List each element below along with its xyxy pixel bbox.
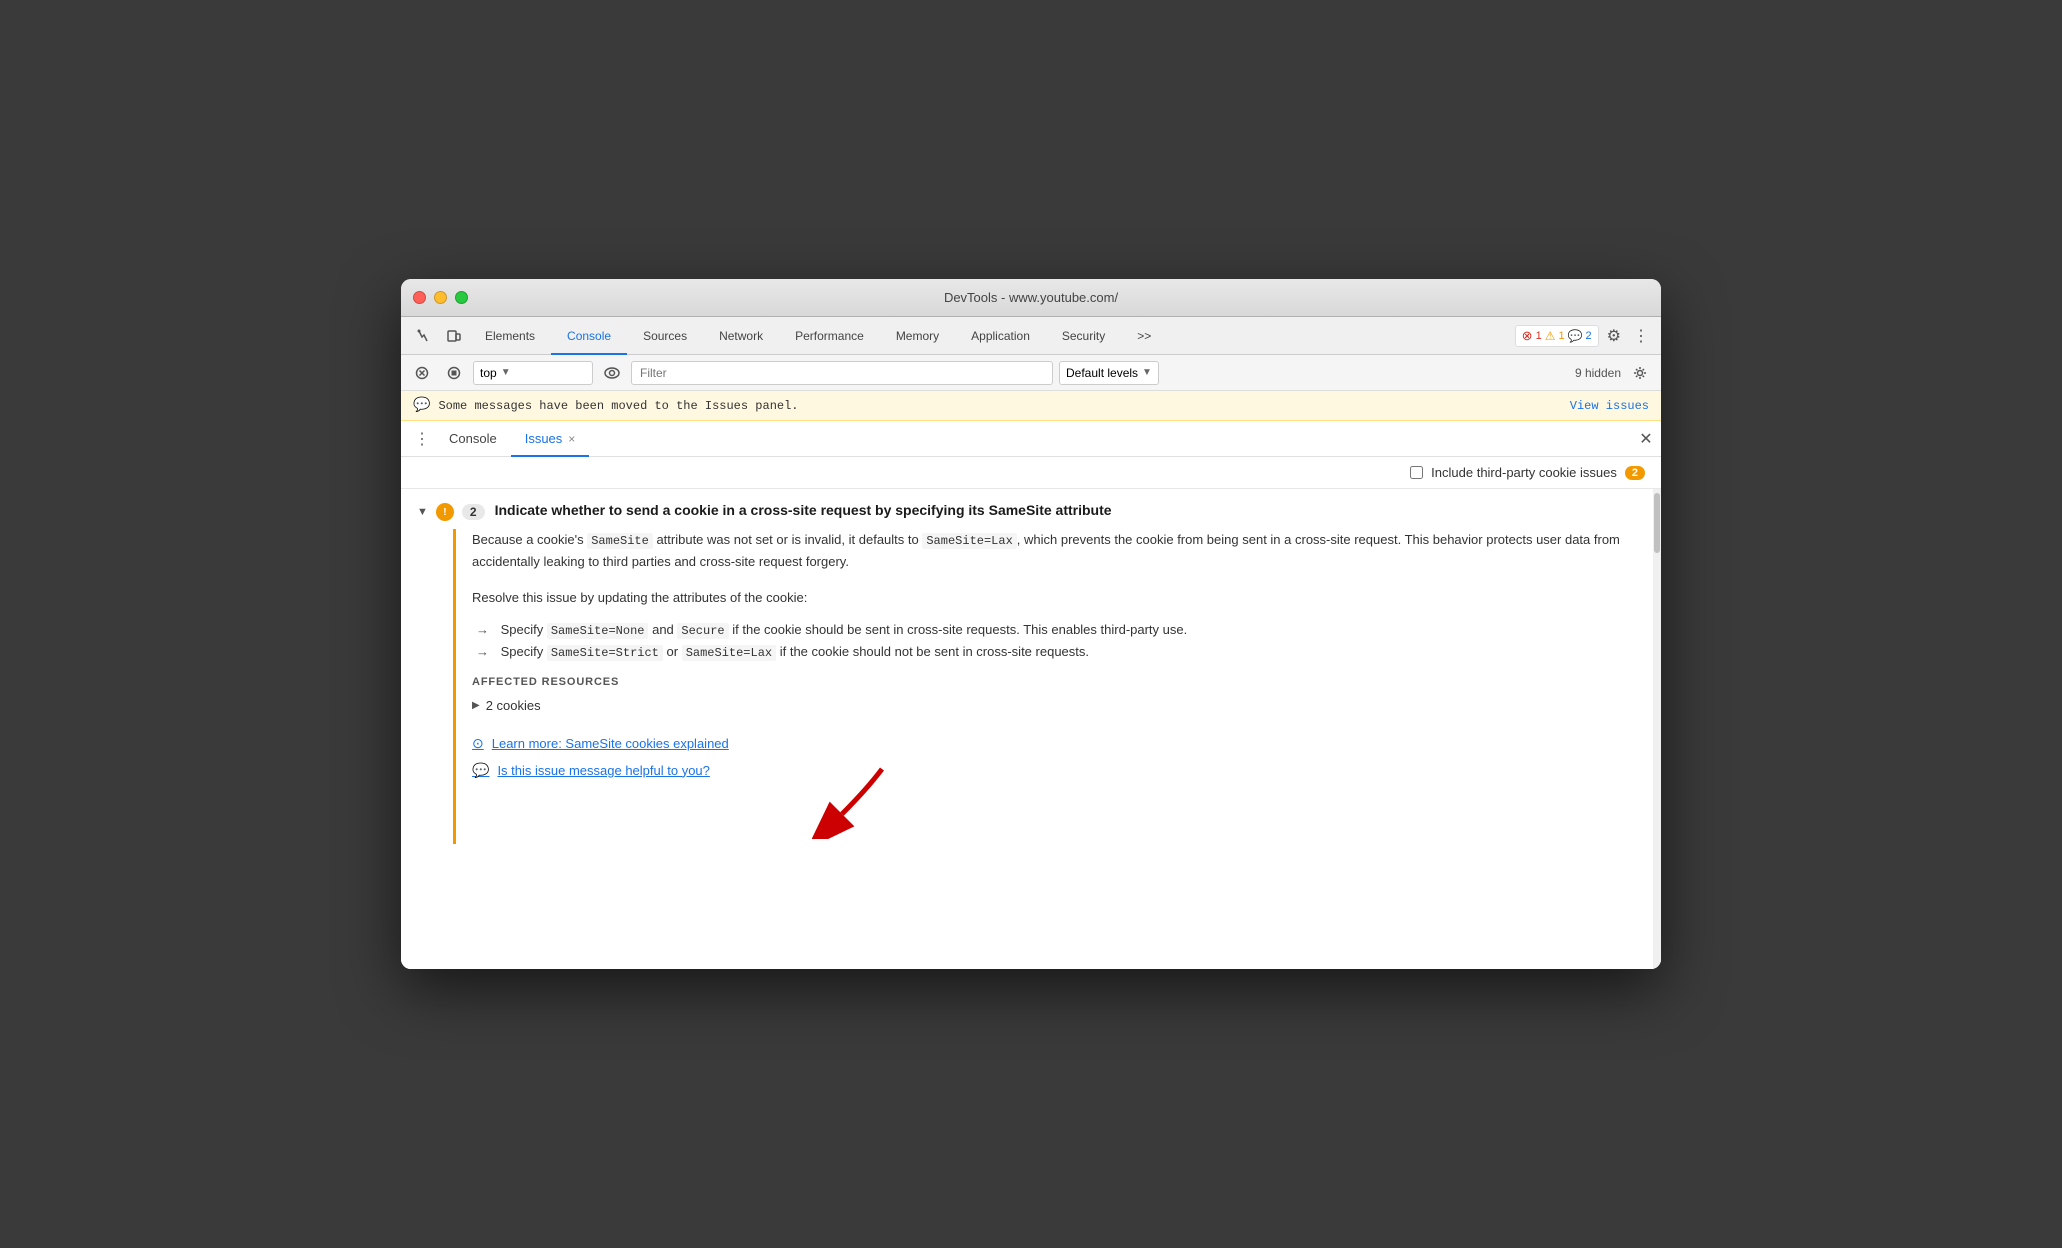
secure-code: Secure	[677, 623, 728, 639]
window-title: DevTools - www.youtube.com/	[944, 290, 1118, 305]
issue-description: Because a cookie's SameSite attribute wa…	[472, 529, 1645, 573]
helpful-text: Is this issue message helpful to you?	[497, 763, 709, 778]
expand-arrow-icon: ▶	[472, 700, 480, 711]
tab-spacer	[1167, 317, 1514, 354]
issue-toggle[interactable]: ▼ ! 2	[417, 501, 485, 521]
learn-more-text: Learn more: SameSite cookies explained	[492, 736, 729, 751]
tab-network[interactable]: Network	[703, 318, 779, 355]
info-icon: 💬	[1568, 329, 1583, 343]
issue-title: Indicate whether to send a cookie in a c…	[495, 502, 1112, 518]
panel-tabs: ⋮ Console Issues × ✕	[401, 421, 1661, 457]
warning-badge-icon: !	[436, 503, 454, 521]
tab-console[interactable]: Console	[551, 318, 627, 355]
affected-label: AFFECTED RESOURCES	[472, 676, 1645, 688]
tab-security[interactable]: Security	[1046, 318, 1121, 355]
cookie-issues-checkbox[interactable]	[1410, 466, 1423, 479]
error-badge[interactable]: ⊗ 1 ⚠ 1 💬 2	[1515, 325, 1599, 347]
warning-count: 1	[1558, 330, 1564, 342]
samesite-code: SameSite	[587, 533, 653, 549]
chevron-down-icon: ▼	[1142, 367, 1152, 378]
devtools-tab-bar: Elements Console Sources Network Perform…	[401, 317, 1661, 355]
log-levels-dropdown[interactable]: Default levels ▼	[1059, 361, 1159, 385]
tab-issues-panel[interactable]: Issues ×	[511, 422, 590, 457]
learn-more-link[interactable]: ⊙ Learn more: SameSite cookies explained	[472, 735, 1645, 752]
panel-tab-menu[interactable]: ⋮	[409, 421, 435, 456]
minimize-button[interactable]	[434, 291, 447, 304]
eye-icon[interactable]	[599, 360, 625, 386]
cookie-issues-count: 2	[1625, 466, 1645, 480]
error-icon: ⊗	[1522, 328, 1533, 344]
inspect-icon[interactable]	[409, 317, 439, 354]
tab-performance[interactable]: Performance	[779, 318, 880, 355]
more-options-icon[interactable]: ⋮	[1629, 326, 1653, 346]
console-toolbar: top ▼ Default levels ▼ 9 hidden	[401, 355, 1661, 391]
helpful-link[interactable]: 💬 Is this issue message helpful to you?	[472, 762, 1645, 779]
samesite-lax-code: SameSite=Lax	[922, 533, 1016, 549]
window-controls	[413, 291, 468, 304]
info-icon: 💬	[413, 397, 430, 414]
issue-bullets: Specify SameSite=None and Secure if the …	[472, 622, 1645, 660]
info-count: 2	[1586, 330, 1592, 342]
feedback-icon: 💬	[472, 762, 489, 779]
console-settings-icon[interactable]	[1627, 360, 1653, 386]
external-link-icon: ⊙	[472, 735, 484, 752]
clear-console-icon[interactable]	[409, 360, 435, 386]
issues-banner: 💬 Some messages have been moved to the I…	[401, 391, 1661, 421]
issue-container: ▼ ! 2 Indicate whether to send a cookie …	[401, 489, 1661, 521]
error-count: 1	[1536, 330, 1542, 342]
affected-resources: AFFECTED RESOURCES ▶ 2 cookies	[472, 676, 1645, 715]
tab-overflow[interactable]: >>	[1121, 318, 1167, 355]
context-selector[interactable]: top ▼	[473, 361, 593, 385]
right-controls: ⊗ 1 ⚠ 1 💬 2 ⚙ ⋮	[1515, 317, 1661, 354]
panel-close-button[interactable]: ✕	[1631, 421, 1661, 456]
tab-elements[interactable]: Elements	[469, 318, 551, 355]
banner-text: Some messages have been moved to the Iss…	[438, 399, 1561, 413]
issue-title-container: Indicate whether to send a cookie in a c…	[495, 501, 1112, 521]
samesite-strict-code: SameSite=Strict	[547, 645, 663, 661]
issue-count-badge: 2	[462, 504, 485, 520]
tab-application[interactable]: Application	[955, 318, 1046, 355]
issues-panel: ▼ ! 2 Indicate whether to send a cookie …	[401, 489, 1661, 969]
view-issues-link[interactable]: View issues	[1570, 399, 1649, 413]
links-section: ⊙ Learn more: SameSite cookies explained…	[472, 735, 1645, 779]
collapse-arrow-icon: ▼	[417, 506, 428, 518]
settings-icon[interactable]: ⚙	[1603, 326, 1625, 346]
filter-input[interactable]	[631, 361, 1053, 385]
hidden-count: 9 hidden	[1575, 366, 1621, 380]
close-issues-tab[interactable]: ×	[568, 432, 575, 446]
titlebar: DevTools - www.youtube.com/	[401, 279, 1661, 317]
scrollbar-thumb	[1654, 493, 1660, 553]
cookie-issues-row: Include third-party cookie issues 2	[401, 457, 1661, 489]
tab-memory[interactable]: Memory	[880, 318, 955, 355]
bullet-samesite-none: Specify SameSite=None and Secure if the …	[472, 622, 1645, 638]
issue-body: Because a cookie's SameSite attribute wa…	[453, 529, 1645, 844]
bullet-samesite-strict: Specify SameSite=Strict or SameSite=Lax …	[472, 644, 1645, 660]
tab-console-panel[interactable]: Console	[435, 422, 511, 457]
cookie-issues-label: Include third-party cookie issues	[1431, 465, 1617, 480]
devtools-body: ▼ ! 2 Indicate whether to send a cookie …	[401, 489, 1661, 969]
maximize-button[interactable]	[455, 291, 468, 304]
tab-sources[interactable]: Sources	[627, 318, 703, 355]
warning-icon: ⚠	[1545, 329, 1556, 343]
samesite-lax-code2: SameSite=Lax	[682, 645, 776, 661]
issue-resolve-text: Resolve this issue by updating the attri…	[472, 587, 1645, 609]
samesite-none-code: SameSite=None	[547, 623, 649, 639]
context-value: top	[480, 366, 497, 380]
stop-icon[interactable]	[441, 360, 467, 386]
close-button[interactable]	[413, 291, 426, 304]
panel-tab-spacer	[589, 421, 1631, 456]
device-toolbar-icon[interactable]	[439, 317, 469, 354]
chevron-down-icon: ▼	[501, 367, 511, 378]
scrollbar[interactable]	[1653, 489, 1661, 969]
affected-cookies-item[interactable]: ▶ 2 cookies	[472, 696, 1645, 715]
affected-count: 2 cookies	[486, 698, 541, 713]
devtools-window: DevTools - www.youtube.com/ Elements Con…	[401, 279, 1661, 969]
log-levels-label: Default levels	[1066, 366, 1138, 380]
